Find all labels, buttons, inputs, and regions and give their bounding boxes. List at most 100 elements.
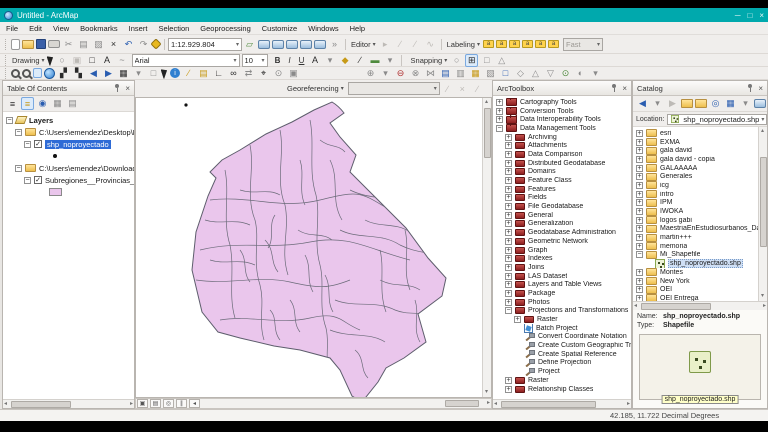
expand-toggle-icon[interactable]: + bbox=[505, 237, 512, 245]
tree-item[interactable]: + Distributed Geodatabase bbox=[493, 159, 631, 168]
expand-toggle-icon[interactable]: + bbox=[636, 147, 643, 155]
open-icon[interactable] bbox=[22, 39, 34, 49]
tree-item[interactable]: + Geometric Network bbox=[493, 237, 631, 246]
arctoolbox-horizontal-scrollbar[interactable]: ◂ ▸ bbox=[493, 399, 631, 408]
add-control-points-icon[interactable]: ⊕ bbox=[364, 67, 377, 80]
expand-toggle-icon[interactable]: − bbox=[636, 251, 643, 259]
list-by-visibility-icon[interactable]: ◉ bbox=[36, 97, 49, 110]
close-button[interactable]: × bbox=[759, 11, 764, 20]
viewer-icon[interactable]: ◇ bbox=[514, 67, 527, 80]
new-map-icon[interactable] bbox=[11, 38, 20, 50]
minimize-button[interactable]: ─ bbox=[735, 11, 741, 20]
straight-segment-tool-icon[interactable]: ∕ bbox=[409, 38, 422, 51]
create-viewer-window-icon[interactable]: ▣ bbox=[287, 67, 300, 80]
editor-menu[interactable]: Editor bbox=[351, 40, 371, 49]
scroll-up-icon[interactable]: ▴ bbox=[761, 127, 764, 136]
tree-item[interactable]: + gala david bbox=[633, 146, 767, 155]
labeling-menu[interactable]: Labeling bbox=[447, 40, 475, 49]
fixed-zoom-in-icon[interactable]: ▞ bbox=[57, 67, 70, 80]
expand-toggle-icon[interactable]: + bbox=[636, 208, 643, 216]
chevron-down-icon[interactable]: ▾ bbox=[42, 57, 45, 64]
expand-toggle-icon[interactable]: + bbox=[636, 129, 643, 137]
shapefile-preview-icon[interactable] bbox=[689, 350, 711, 373]
catalog-vertical-scrollbar[interactable]: ▴ ▾ bbox=[758, 127, 767, 301]
map-horizontal-scrollbar[interactable]: ▸ bbox=[201, 399, 491, 408]
auto-hide-pin-icon[interactable] bbox=[610, 83, 618, 93]
menu-customize[interactable]: Customize bbox=[262, 24, 297, 33]
html-popup-icon[interactable]: ▤ bbox=[197, 67, 210, 80]
transform-icon[interactable]: ▤ bbox=[439, 67, 452, 80]
scroll-right-icon[interactable]: ▸ bbox=[487, 399, 490, 408]
menu-selection[interactable]: Selection bbox=[158, 24, 189, 33]
expand-toggle-icon[interactable]: + bbox=[505, 255, 512, 263]
tree-item[interactable]: Project bbox=[493, 367, 631, 376]
tree-item[interactable]: + OEI Entrega bbox=[633, 294, 767, 301]
chevron-down-icon[interactable]: ▾ bbox=[373, 41, 376, 48]
tree-item[interactable]: + Conversion Tools bbox=[493, 106, 631, 116]
curve-tool-icon[interactable]: ~ bbox=[116, 54, 129, 67]
hyperlink-icon[interactable]: ∕ bbox=[182, 67, 195, 80]
expand-toggle-icon[interactable]: + bbox=[505, 185, 512, 193]
expand-toggle-icon[interactable]: + bbox=[636, 164, 643, 172]
tree-item[interactable]: + Features bbox=[493, 185, 631, 194]
tree-item[interactable]: −✓Subregiones__Provincias_de_Colombia bbox=[3, 174, 134, 186]
tree-item[interactable]: + icg bbox=[633, 181, 767, 190]
tree-item[interactable]: + GALAAAAA bbox=[633, 164, 767, 173]
scroll-left-button[interactable]: ◂ bbox=[189, 399, 200, 408]
toolbar-grip[interactable] bbox=[5, 67, 8, 79]
tree-item[interactable]: + Archiving bbox=[493, 133, 631, 142]
search-window-icon[interactable] bbox=[286, 39, 298, 49]
expand-toggle-icon[interactable]: + bbox=[505, 159, 512, 167]
tree-item[interactable]: − ✓ shp_noproyectado bbox=[3, 138, 134, 150]
back-icon[interactable]: ◀ bbox=[636, 97, 649, 110]
expand-toggle-icon[interactable]: − bbox=[496, 124, 503, 132]
tree-item[interactable]: + MaestriaEnEstudiosurbanos_DavidMen bbox=[633, 224, 767, 234]
cut-icon[interactable]: ✂ bbox=[62, 38, 75, 51]
underline-button[interactable]: U bbox=[296, 56, 308, 65]
expand-toggle-icon[interactable]: + bbox=[505, 133, 512, 141]
go-forward-extent-icon[interactable]: ▶ bbox=[102, 67, 115, 80]
arctoolbox-window-icon[interactable] bbox=[300, 39, 312, 49]
connect-to-folder-icon[interactable] bbox=[695, 99, 707, 108]
chevron-down-icon[interactable]: ▾ bbox=[761, 116, 764, 123]
list-by-selection-icon[interactable]: ▦ bbox=[51, 97, 64, 110]
tree-item[interactable]: + IPM bbox=[633, 198, 767, 208]
list-by-drawing-order-icon[interactable]: ≡ bbox=[6, 97, 19, 110]
find-icon[interactable]: ∞ bbox=[227, 67, 240, 80]
scroll-right-icon[interactable]: ▸ bbox=[627, 400, 630, 408]
scrollbar-thumb[interactable] bbox=[11, 401, 71, 408]
expand-toggle-icon[interactable]: + bbox=[505, 177, 512, 185]
expand-toggle-icon[interactable]: + bbox=[505, 229, 512, 237]
chevron-down-icon[interactable]: ▾ bbox=[477, 41, 480, 48]
font-size-combo[interactable]: 10 ▾ bbox=[241, 53, 268, 67]
scroll-left-icon[interactable]: ◂ bbox=[4, 400, 7, 408]
label-manager-icon[interactable]: a bbox=[482, 40, 494, 48]
tree-item[interactable]: + Indexes bbox=[493, 254, 631, 263]
tree-item[interactable]: + Geodatabase Administration bbox=[493, 228, 631, 237]
scroll-down-icon[interactable]: ▾ bbox=[761, 292, 764, 301]
add-data-icon[interactable] bbox=[150, 38, 162, 50]
tree-item[interactable]: Create Spatial Reference bbox=[493, 350, 631, 359]
menu-insert[interactable]: Insert bbox=[129, 24, 148, 33]
trace-tool-icon[interactable]: ∿ bbox=[424, 38, 437, 51]
tree-item[interactable]: + Relationship Classes bbox=[493, 385, 631, 394]
end-snapping-icon[interactable]: ⊞ bbox=[465, 53, 479, 67]
expand-toggle-icon[interactable]: − bbox=[15, 164, 22, 172]
tree-item[interactable]: + Layers and Table Views bbox=[493, 280, 631, 289]
menu-windows[interactable]: Windows bbox=[308, 24, 338, 33]
tree-item[interactable] bbox=[3, 150, 134, 162]
menu-view[interactable]: View bbox=[53, 24, 69, 33]
tree-item[interactable]: − C:\Users\emendez\Downloads\Subregione bbox=[3, 162, 134, 174]
font-combo[interactable]: Arial ▾ bbox=[131, 53, 240, 67]
contrast-icon[interactable]: ◐ bbox=[574, 67, 587, 80]
expand-toggle-icon[interactable]: + bbox=[505, 168, 512, 176]
location-combo[interactable]: shp_noproyectado.shp ▾ bbox=[667, 113, 767, 125]
expand-toggle-icon[interactable]: + bbox=[505, 150, 512, 158]
close-panel-icon[interactable]: × bbox=[622, 84, 627, 93]
tree-item[interactable]: + LAS Dataset bbox=[493, 272, 631, 281]
zoom-raster-icon[interactable]: ▥ bbox=[454, 67, 467, 80]
scrollbar-thumb[interactable] bbox=[641, 303, 711, 310]
expand-toggle-icon[interactable]: + bbox=[636, 199, 643, 207]
marker-color-icon[interactable]: ◆ bbox=[339, 54, 352, 67]
refresh-icon[interactable]: ◎ bbox=[709, 97, 722, 110]
